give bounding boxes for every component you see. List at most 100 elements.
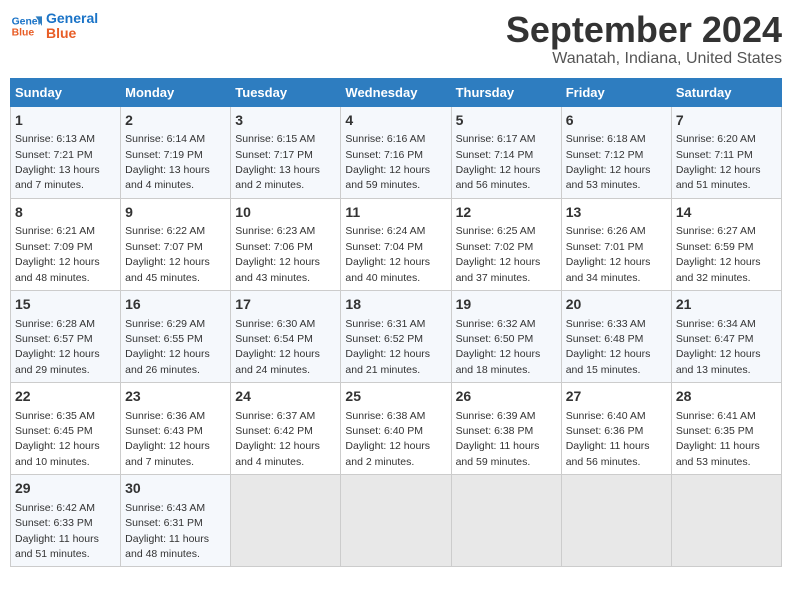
weekday-header-monday: Monday: [121, 78, 231, 106]
day-number: 7: [676, 111, 777, 131]
day-info: Sunrise: 6:22 AM Sunset: 7:07 PM Dayligh…: [125, 225, 210, 283]
day-number: 29: [15, 479, 116, 499]
calendar-cell: 7Sunrise: 6:20 AM Sunset: 7:11 PM Daylig…: [671, 106, 781, 198]
day-number: 2: [125, 111, 226, 131]
day-info: Sunrise: 6:30 AM Sunset: 6:54 PM Dayligh…: [235, 318, 320, 376]
calendar-cell: 16 Sunrise: 6:29 AM Sunset: 6:55 PM Dayli…: [121, 290, 231, 382]
calendar-cell: 20Sunrise: 6:33 AM Sunset: 6:48 PM Dayli…: [561, 290, 671, 382]
calendar-cell: 24 Sunrise: 6:37 AM Sunset: 6:42 PM Dayli…: [231, 383, 341, 475]
calendar-cell: 12Sunrise: 6:25 AM Sunset: 7:02 PM Dayli…: [451, 198, 561, 290]
calendar-week-row: 29 Sunrise: 6:42 AM Sunset: 6:33 PM Dayli…: [11, 475, 782, 567]
logo-icon: General Blue: [10, 10, 42, 42]
calendar-cell: 5Sunrise: 6:17 AM Sunset: 7:14 PM Daylig…: [451, 106, 561, 198]
calendar-cell: 10Sunrise: 6:23 AM Sunset: 7:06 PM Dayli…: [231, 198, 341, 290]
day-info: Sunrise: 6:29 AM Sunset: 6:55 PM Dayligh…: [125, 318, 210, 376]
day-info: Sunrise: 6:31 AM Sunset: 6:52 PM Dayligh…: [345, 318, 430, 376]
day-info: Sunrise: 6:42 AM Sunset: 6:33 PM Dayligh…: [15, 502, 99, 560]
calendar-cell: 21 Sunrise: 6:34 AM Sunset: 6:47 PM Dayli…: [671, 290, 781, 382]
day-number: 14: [676, 203, 777, 223]
day-info: Sunrise: 6:28 AM Sunset: 6:57 PM Dayligh…: [15, 318, 100, 376]
day-number: 6: [566, 111, 667, 131]
day-info: Sunrise: 6:18 AM Sunset: 7:12 PM Dayligh…: [566, 133, 651, 191]
calendar-cell: 1Sunrise: 6:13 AM Sunset: 7:21 PM Daylig…: [11, 106, 121, 198]
calendar-week-row: 8Sunrise: 6:21 AM Sunset: 7:09 PM Daylig…: [11, 198, 782, 290]
day-info: Sunrise: 6:41 AM Sunset: 6:35 PM Dayligh…: [676, 410, 760, 468]
calendar-week-row: 1Sunrise: 6:13 AM Sunset: 7:21 PM Daylig…: [11, 106, 782, 198]
day-info: Sunrise: 6:13 AM Sunset: 7:21 PM Dayligh…: [15, 133, 100, 191]
calendar-cell: 27 Sunrise: 6:40 AM Sunset: 6:36 PM Dayli…: [561, 383, 671, 475]
calendar-table: SundayMondayTuesdayWednesdayThursdayFrid…: [10, 78, 782, 568]
day-number: 9: [125, 203, 226, 223]
day-number: 1: [15, 111, 116, 131]
calendar-cell: 11Sunrise: 6:24 AM Sunset: 7:04 PM Dayli…: [341, 198, 451, 290]
weekday-header-wednesday: Wednesday: [341, 78, 451, 106]
logo: General Blue General Blue: [10, 10, 98, 42]
calendar-cell: [451, 475, 561, 567]
day-info: Sunrise: 6:34 AM Sunset: 6:47 PM Dayligh…: [676, 318, 761, 376]
weekday-header-row: SundayMondayTuesdayWednesdayThursdayFrid…: [11, 78, 782, 106]
weekday-header-tuesday: Tuesday: [231, 78, 341, 106]
day-info: Sunrise: 6:14 AM Sunset: 7:19 PM Dayligh…: [125, 133, 210, 191]
svg-text:Blue: Blue: [12, 28, 35, 39]
calendar-cell: 22 Sunrise: 6:35 AM Sunset: 6:45 PM Dayli…: [11, 383, 121, 475]
weekday-header-friday: Friday: [561, 78, 671, 106]
day-info: Sunrise: 6:15 AM Sunset: 7:17 PM Dayligh…: [235, 133, 320, 191]
day-info: Sunrise: 6:39 AM Sunset: 6:38 PM Dayligh…: [456, 410, 540, 468]
calendar-cell: 6Sunrise: 6:18 AM Sunset: 7:12 PM Daylig…: [561, 106, 671, 198]
day-info: Sunrise: 6:38 AM Sunset: 6:40 PM Dayligh…: [345, 410, 430, 468]
day-number: 27: [566, 387, 667, 407]
calendar-cell: 30 Sunrise: 6:43 AM Sunset: 6:31 PM Dayli…: [121, 475, 231, 567]
weekday-header-sunday: Sunday: [11, 78, 121, 106]
calendar-cell: 9Sunrise: 6:22 AM Sunset: 7:07 PM Daylig…: [121, 198, 231, 290]
day-number: 17: [235, 295, 336, 315]
day-info: Sunrise: 6:35 AM Sunset: 6:45 PM Dayligh…: [15, 410, 100, 468]
day-number: 19: [456, 295, 557, 315]
weekday-header-thursday: Thursday: [451, 78, 561, 106]
calendar-week-row: 15 Sunrise: 6:28 AM Sunset: 6:57 PM Dayli…: [11, 290, 782, 382]
calendar-cell: 26Sunrise: 6:39 AM Sunset: 6:38 PM Dayli…: [451, 383, 561, 475]
calendar-cell: 14Sunrise: 6:27 AM Sunset: 6:59 PM Dayli…: [671, 198, 781, 290]
day-number: 30: [125, 479, 226, 499]
calendar-cell: 29 Sunrise: 6:42 AM Sunset: 6:33 PM Dayli…: [11, 475, 121, 567]
day-number: 12: [456, 203, 557, 223]
calendar-cell: 8Sunrise: 6:21 AM Sunset: 7:09 PM Daylig…: [11, 198, 121, 290]
day-number: 15: [15, 295, 116, 315]
day-number: 24: [235, 387, 336, 407]
calendar-cell: [561, 475, 671, 567]
day-info: Sunrise: 6:17 AM Sunset: 7:14 PM Dayligh…: [456, 133, 541, 191]
weekday-header-saturday: Saturday: [671, 78, 781, 106]
title-block: September 2024 Wanatah, Indiana, United …: [506, 10, 782, 68]
day-info: Sunrise: 6:16 AM Sunset: 7:16 PM Dayligh…: [345, 133, 430, 191]
day-info: Sunrise: 6:32 AM Sunset: 6:50 PM Dayligh…: [456, 318, 541, 376]
day-info: Sunrise: 6:36 AM Sunset: 6:43 PM Dayligh…: [125, 410, 210, 468]
month-year-title: September 2024: [506, 10, 782, 50]
day-info: Sunrise: 6:43 AM Sunset: 6:31 PM Dayligh…: [125, 502, 209, 560]
calendar-cell: 23Sunrise: 6:36 AM Sunset: 6:43 PM Dayli…: [121, 383, 231, 475]
calendar-cell: 19 Sunrise: 6:32 AM Sunset: 6:50 PM Dayli…: [451, 290, 561, 382]
calendar-cell: [231, 475, 341, 567]
day-number: 16: [125, 295, 226, 315]
calendar-header: SundayMondayTuesdayWednesdayThursdayFrid…: [11, 78, 782, 106]
day-number: 3: [235, 111, 336, 131]
day-number: 5: [456, 111, 557, 131]
day-number: 13: [566, 203, 667, 223]
day-info: Sunrise: 6:21 AM Sunset: 7:09 PM Dayligh…: [15, 225, 100, 283]
day-number: 22: [15, 387, 116, 407]
calendar-cell: 17 Sunrise: 6:30 AM Sunset: 6:54 PM Dayli…: [231, 290, 341, 382]
day-info: Sunrise: 6:23 AM Sunset: 7:06 PM Dayligh…: [235, 225, 320, 283]
day-info: Sunrise: 6:24 AM Sunset: 7:04 PM Dayligh…: [345, 225, 430, 283]
day-number: 10: [235, 203, 336, 223]
day-info: Sunrise: 6:37 AM Sunset: 6:42 PM Dayligh…: [235, 410, 320, 468]
day-number: 11: [345, 203, 446, 223]
calendar-cell: [671, 475, 781, 567]
page-header: General Blue General Blue September 2024…: [10, 10, 782, 68]
day-number: 4: [345, 111, 446, 131]
day-info: Sunrise: 6:25 AM Sunset: 7:02 PM Dayligh…: [456, 225, 541, 283]
calendar-cell: 2Sunrise: 6:14 AM Sunset: 7:19 PM Daylig…: [121, 106, 231, 198]
calendar-cell: [341, 475, 451, 567]
day-info: Sunrise: 6:40 AM Sunset: 6:36 PM Dayligh…: [566, 410, 650, 468]
day-number: 21: [676, 295, 777, 315]
day-number: 8: [15, 203, 116, 223]
calendar-cell: 4Sunrise: 6:16 AM Sunset: 7:16 PM Daylig…: [341, 106, 451, 198]
calendar-cell: 3Sunrise: 6:15 AM Sunset: 7:17 PM Daylig…: [231, 106, 341, 198]
